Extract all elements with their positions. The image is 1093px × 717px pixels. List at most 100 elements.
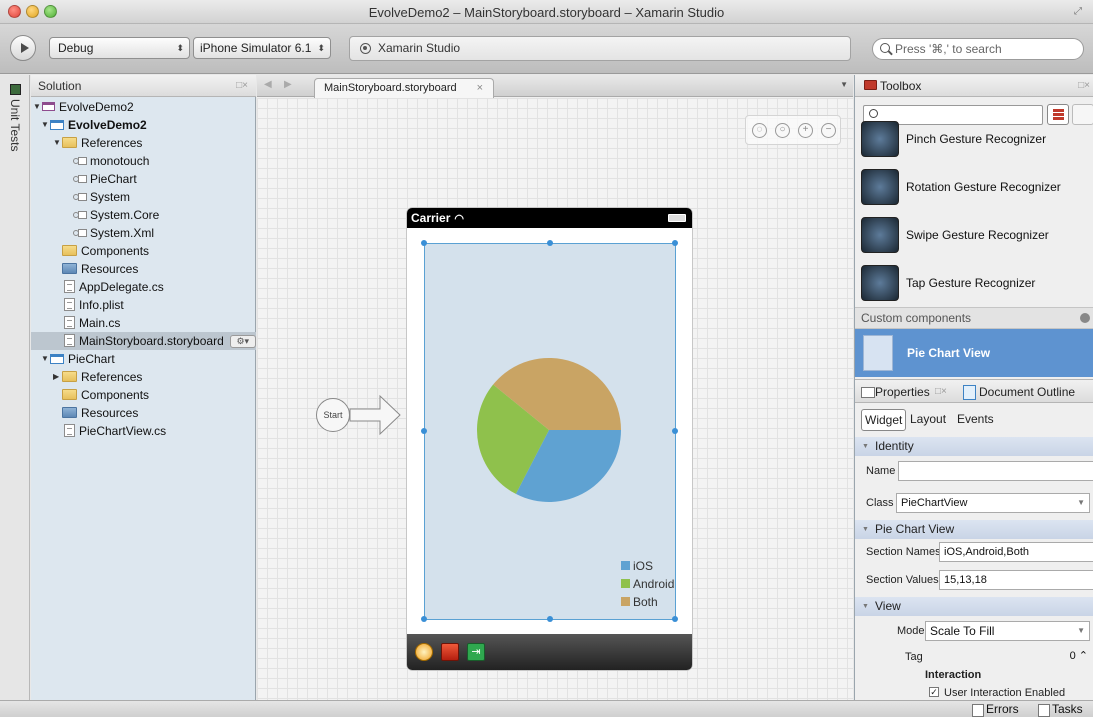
checkmark-icon[interactable]: ✓ <box>929 687 939 698</box>
dropdown-arrow-icon[interactable]: ▼ <box>1077 494 1085 512</box>
pad-controls[interactable]: □× <box>236 75 248 97</box>
mode-label: Mode <box>897 625 925 637</box>
tree-item-references[interactable]: ▼ References <box>31 134 256 152</box>
tab-properties[interactable]: Properties <box>861 383 930 401</box>
tag-stepper[interactable]: 0 ⌃ <box>925 647 1093 667</box>
resize-handle[interactable] <box>547 616 553 622</box>
tree-item-piechart-components[interactable]: Components <box>31 386 256 404</box>
tree-item-main-cs[interactable]: Main.cs <box>31 314 256 332</box>
expanded-arrow-icon[interactable]: ▼ <box>33 98 42 116</box>
toolbox-item-pinch[interactable]: Pinch Gesture Recognizer <box>855 121 1093 163</box>
tab-list-arrow-icon[interactable]: ▼ <box>840 80 848 89</box>
tree-item-ref-system-xml[interactable]: System.Xml <box>31 224 256 242</box>
toolbox-item-tap[interactable]: Tap Gesture Recognizer <box>855 259 1093 307</box>
resize-handle[interactable] <box>421 616 427 622</box>
pad-controls[interactable]: □× <box>1078 75 1090 97</box>
collapsed-arrow-icon[interactable]: ▶ <box>53 368 62 386</box>
errors-button[interactable]: Errors <box>972 702 1019 717</box>
tree-item-piechart-resources[interactable]: Resources <box>31 404 256 422</box>
run-button[interactable] <box>10 35 36 61</box>
custom-components-header[interactable]: Custom components <box>855 307 1093 329</box>
toolbox-item-swipe[interactable]: Swipe Gesture Recognizer <box>855 211 1093 259</box>
view-controller-scene[interactable]: Carrier ◠ iOS Android Both ⇥ <box>407 208 692 670</box>
tree-item-project-piechart[interactable]: ▼ PieChart <box>31 350 256 368</box>
tree-item-mainstoryboard[interactable]: MainStoryboard.storyboard ⚙▾ <box>31 332 256 350</box>
configuration-selector[interactable]: Debug ⬍ <box>49 37 190 59</box>
tree-item-appdelegate[interactable]: AppDelegate.cs <box>31 278 256 296</box>
mode-field[interactable]: Scale To Fill ▼ <box>925 621 1090 641</box>
section-values-field[interactable]: 15,13,18 <box>939 570 1093 590</box>
main-toolbar: Debug ⬍ iPhone Simulator 6.1 ⬍ Xamarin S… <box>0 24 1093 74</box>
subtab-events[interactable]: Events <box>954 409 997 429</box>
class-field[interactable]: PieChartView ▼ <box>896 493 1090 513</box>
toolbox-compact-view-button[interactable] <box>1072 104 1093 125</box>
resize-handle[interactable] <box>421 428 427 434</box>
expanded-arrow-icon[interactable]: ▼ <box>41 350 50 368</box>
fullscreen-icon[interactable]: ⤢ <box>1074 6 1085 17</box>
section-identity[interactable]: Identity <box>855 437 1093 456</box>
expanded-arrow-icon[interactable]: ▼ <box>53 134 62 152</box>
pad-controls[interactable]: □× <box>935 383 947 401</box>
tree-item-ref-system-core[interactable]: System.Core <box>31 206 256 224</box>
view-controller-icon[interactable] <box>441 643 459 661</box>
tree-item-resources[interactable]: Resources <box>31 260 256 278</box>
section-view[interactable]: View <box>855 597 1093 616</box>
tree-item-project-evolvedemo2[interactable]: ▼ EvolveDemo2 <box>31 116 256 134</box>
tree-item-label: References <box>81 370 143 384</box>
tree-item-label: Main.cs <box>79 316 121 330</box>
tree-item-solution[interactable]: ▼ EvolveDemo2 <box>31 98 256 116</box>
tree-item-components[interactable]: Components <box>31 242 256 260</box>
tree-item-label: EvolveDemo2 <box>68 118 147 132</box>
storyboard-editor: ◀ ▶ MainStoryboard.storyboard × ▼ ◌ ○ + … <box>257 75 853 700</box>
exit-icon[interactable]: ⇥ <box>467 643 485 661</box>
design-canvas[interactable]: ◌ ○ + − Start Carrier ◠ iOS Android Both… <box>257 98 853 700</box>
name-field[interactable] <box>898 461 1093 481</box>
expanded-arrow-icon[interactable]: ▼ <box>41 116 50 134</box>
search-placeholder: Press '⌘,' to search <box>895 42 1002 56</box>
toolbox-item-rotation[interactable]: Rotation Gesture Recognizer <box>855 163 1093 211</box>
toolbox-item-pie-chart-view[interactable]: Pie Chart View <box>855 329 1093 377</box>
subtab-layout[interactable]: Layout <box>907 409 949 429</box>
unit-tests-dock[interactable]: Unit Tests <box>0 75 30 700</box>
resize-handle[interactable] <box>547 240 553 246</box>
subtab-widget[interactable]: Widget <box>861 409 907 431</box>
updown-arrows-icon: ⬍ <box>317 43 325 53</box>
configuration-value: Debug <box>58 41 94 55</box>
user-interaction-checkbox[interactable]: ✓ User Interaction Enabled <box>929 686 1065 700</box>
resize-handle[interactable] <box>421 240 427 246</box>
tab-mainstoryboard[interactable]: MainStoryboard.storyboard × <box>314 78 494 98</box>
tab-document-outline[interactable]: Document Outline <box>963 383 1075 401</box>
legend-item-android: Android <box>621 575 674 593</box>
tree-item-ref-monotouch[interactable]: monotouch <box>31 152 256 170</box>
zoom-fit-icon[interactable]: ◌ <box>752 123 767 138</box>
close-tab-icon[interactable]: × <box>477 79 483 98</box>
toolbox-list-view-button[interactable] <box>1047 104 1069 125</box>
dropdown-arrow-icon[interactable]: ▼ <box>1077 622 1085 640</box>
gear-menu-icon[interactable]: ⚙▾ <box>229 335 256 349</box>
tree-item-piechart-references[interactable]: ▶ References <box>31 368 256 386</box>
zoom-actual-icon[interactable]: ○ <box>775 123 790 138</box>
global-search-input[interactable]: Press '⌘,' to search <box>872 38 1084 60</box>
start-node[interactable]: Start <box>316 398 350 432</box>
forward-arrow-icon[interactable]: ▶ <box>284 79 292 90</box>
resize-handle[interactable] <box>672 616 678 622</box>
section-names-field[interactable]: iOS,Android,Both <box>939 542 1093 562</box>
section-toggle-icon[interactable] <box>1080 313 1090 323</box>
section-pie-chart-view[interactable]: Pie Chart View <box>855 520 1093 539</box>
back-arrow-icon[interactable]: ◀ <box>264 79 272 90</box>
file-icon <box>64 298 75 312</box>
tree-item-piechartview-cs[interactable]: PieChartView.cs <box>31 422 256 440</box>
tree-item-ref-piechart[interactable]: PieChart <box>31 170 256 188</box>
resize-handle[interactable] <box>672 428 678 434</box>
pie-chart-view[interactable]: iOS Android Both <box>421 240 678 622</box>
tasks-button[interactable]: Tasks <box>1038 702 1083 717</box>
resize-handle[interactable] <box>672 240 678 246</box>
unit-tests-label[interactable]: Unit Tests <box>8 99 22 151</box>
tree-item-info-plist[interactable]: Info.plist <box>31 296 256 314</box>
zoom-out-icon[interactable]: − <box>821 123 836 138</box>
search-icon <box>869 109 878 118</box>
device-selector[interactable]: iPhone Simulator 6.1 ⬍ <box>193 37 331 59</box>
zoom-in-icon[interactable]: + <box>798 123 813 138</box>
first-responder-icon[interactable] <box>415 643 433 661</box>
tree-item-ref-system[interactable]: System <box>31 188 256 206</box>
